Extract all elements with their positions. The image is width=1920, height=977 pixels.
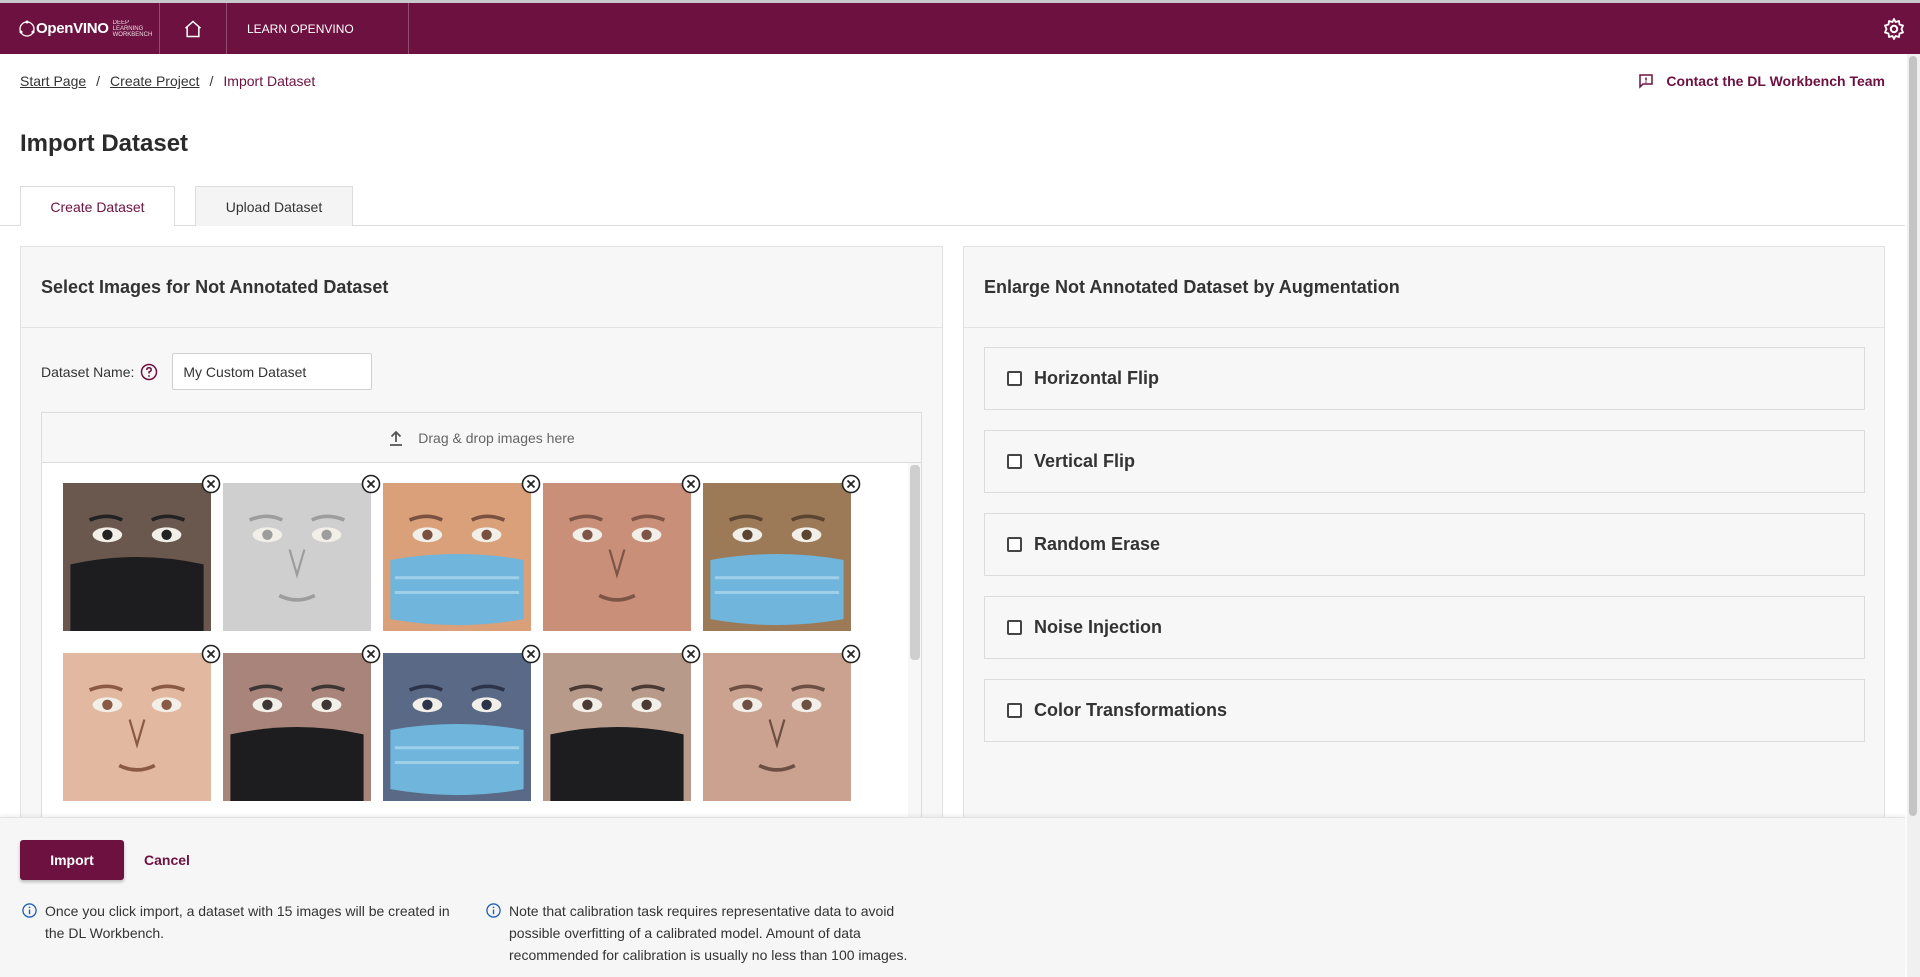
face-image — [63, 653, 211, 801]
page-scrollbar-thumb[interactable] — [1909, 56, 1917, 816]
logo-subtitle: Deep Learning Workbench — [112, 19, 153, 38]
vertical-flip-checkbox[interactable] — [1007, 454, 1022, 469]
face-image — [543, 483, 691, 631]
face-image — [703, 653, 851, 801]
breadcrumb: Start Page / Create Project / Import Dat… — [20, 73, 315, 89]
help-icon[interactable] — [140, 363, 158, 381]
augmentation-title: Enlarge Not Annotated Dataset by Augment… — [964, 247, 1884, 328]
face-image — [223, 653, 371, 801]
action-footer: Import Cancel Once you click import, a d… — [0, 817, 1905, 977]
remove-image-icon[interactable] — [681, 644, 701, 664]
top-navigation-bar: OpenVINO Deep Learning Workbench LEARN O… — [0, 0, 1920, 54]
import-info-text: Once you click import, a dataset with 15… — [45, 903, 450, 941]
option-color-transformations[interactable]: Color Transformations — [984, 679, 1865, 742]
contact-team-link[interactable]: Contact the DL Workbench Team — [1638, 73, 1885, 89]
image-thumbnail — [543, 653, 691, 801]
horizontal-flip-label: Horizontal Flip — [1034, 368, 1159, 388]
augmentation-panel: Enlarge Not Annotated Dataset by Augment… — [963, 246, 1885, 826]
contact-team-label: Contact the DL Workbench Team — [1666, 73, 1885, 89]
face-image — [383, 483, 531, 631]
dropzone-header[interactable]: Drag & drop images here — [42, 413, 921, 463]
option-random-erase[interactable]: Random Erase — [984, 513, 1865, 576]
image-thumbnail — [223, 483, 371, 631]
tab-upload-dataset[interactable]: Upload Dataset — [195, 186, 353, 226]
noise-injection-checkbox[interactable] — [1007, 620, 1022, 635]
image-dropzone[interactable]: Drag & drop images here — [41, 412, 922, 833]
remove-image-icon[interactable] — [681, 474, 701, 494]
dataset-name-label: Dataset Name: — [41, 363, 135, 380]
logo-text: OpenVINO — [36, 20, 109, 37]
tab-create-dataset[interactable]: Create Dataset — [20, 186, 175, 226]
remove-image-icon[interactable] — [521, 474, 541, 494]
face-image — [703, 483, 851, 631]
remove-image-icon[interactable] — [521, 644, 541, 664]
breadcrumb-separator: / — [209, 73, 214, 89]
image-thumbnail — [223, 653, 371, 801]
vertical-flip-label: Vertical Flip — [1034, 451, 1136, 471]
image-thumbnail — [383, 653, 531, 801]
remove-image-icon[interactable] — [361, 644, 381, 664]
noise-injection-label: Noise Injection — [1034, 617, 1163, 637]
dataset-name-input[interactable] — [172, 353, 373, 390]
home-icon — [185, 19, 201, 37]
select-images-panel: Select Images for Not Annotated Dataset … — [20, 246, 943, 833]
cancel-button[interactable]: Cancel — [144, 840, 190, 880]
breadcrumb-current: Import Dataset — [223, 73, 316, 89]
image-thumbnail — [63, 483, 211, 631]
remove-image-icon[interactable] — [841, 644, 861, 664]
image-thumbnail — [703, 653, 851, 801]
color-transformations-checkbox[interactable] — [1007, 703, 1022, 718]
learn-openvino-link[interactable]: LEARN OPENVINO — [227, 3, 409, 54]
import-info-note: Once you click import, a dataset with 15… — [22, 900, 462, 944]
info-icon — [486, 903, 501, 918]
image-grid — [42, 463, 908, 833]
breadcrumb-separator: / — [96, 73, 101, 89]
page-title: Import Dataset — [20, 130, 189, 157]
face-image — [223, 483, 371, 631]
image-grid-scrollbar[interactable] — [910, 465, 920, 660]
option-vertical-flip[interactable]: Vertical Flip — [984, 430, 1865, 493]
remove-image-icon[interactable] — [201, 644, 221, 664]
image-thumbnail — [383, 483, 531, 631]
remove-image-icon[interactable] — [361, 474, 381, 494]
random-erase-label: Random Erase — [1034, 534, 1161, 554]
option-noise-injection[interactable]: Noise Injection — [984, 596, 1865, 659]
import-button[interactable]: Import — [20, 840, 124, 880]
home-button[interactable] — [160, 3, 227, 54]
settings-gear-icon[interactable] — [1882, 17, 1906, 41]
remove-image-icon[interactable] — [841, 474, 861, 494]
openvino-logo[interactable]: OpenVINO Deep Learning Workbench — [0, 3, 160, 54]
feedback-icon — [1639, 74, 1654, 89]
calibration-info-note: Note that calibration task requires repr… — [486, 900, 926, 966]
horizontal-flip-checkbox[interactable] — [1007, 371, 1022, 386]
image-thumbnail — [63, 653, 211, 801]
dataset-name-row: Dataset Name: — [41, 353, 373, 390]
breadcrumb-create-project[interactable]: Create Project — [110, 73, 199, 89]
breadcrumb-start-page[interactable]: Start Page — [20, 73, 86, 89]
dropzone-label: Drag & drop images here — [418, 429, 575, 446]
logo-icon — [19, 20, 35, 37]
face-image — [543, 653, 691, 801]
random-erase-checkbox[interactable] — [1007, 537, 1022, 552]
face-image — [63, 483, 211, 631]
info-icon — [22, 903, 37, 918]
select-images-title: Select Images for Not Annotated Dataset — [21, 247, 942, 328]
remove-image-icon[interactable] — [201, 474, 221, 494]
calibration-info-text: Note that calibration task requires repr… — [509, 903, 908, 963]
image-thumbnail — [543, 483, 691, 631]
option-horizontal-flip[interactable]: Horizontal Flip — [984, 347, 1865, 410]
face-image — [383, 653, 531, 801]
image-thumbnail — [703, 483, 851, 631]
upload-icon — [390, 430, 403, 446]
color-transformations-label: Color Transformations — [1034, 700, 1228, 720]
page-scrollbar[interactable] — [1907, 54, 1920, 977]
